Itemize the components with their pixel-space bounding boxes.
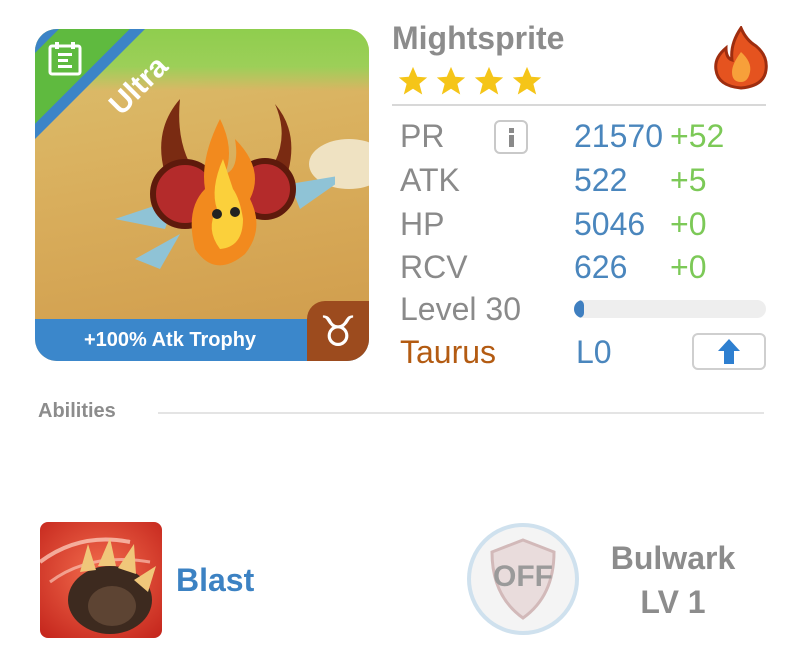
stat-value-atk: 522 [574,162,628,198]
stat-label-atk: ATK [400,162,460,198]
info-icon [509,128,514,147]
star-icon [510,64,544,98]
stat-delta-pr: +52 [670,118,725,154]
abilities-heading: Abilities [38,400,116,422]
taurus-icon: ♉ [319,308,357,355]
claw-icon[interactable] [40,522,162,638]
header-divider [392,104,766,106]
stat-delta-rcv: +0 [670,249,707,285]
stat-label-pr: PR [400,118,445,154]
stat-value-hp: 5046 [574,206,646,242]
info-button[interactable] [494,120,528,154]
upgrade-button[interactable] [692,333,766,370]
stat-label-hp: HP [400,206,445,242]
constellation-level: L0 [576,334,612,370]
star-icon [396,64,430,98]
stat-label-rcv: RCV [400,249,468,285]
stat-value-pr: 21570 [574,118,663,154]
stat-delta-hp: +0 [670,206,707,242]
level-progress-fill [574,300,584,318]
stat-value-rcv: 626 [574,249,628,285]
constellation-name: Taurus [400,334,497,370]
monster-name: Mightsprite [392,20,565,56]
ability-level-bulwark: LV 1 [640,584,706,620]
fire-icon [714,26,768,90]
stat-delta-atk: +5 [670,162,707,198]
level-label: Level 30 [400,291,521,327]
star-icon [472,64,506,98]
level-progress-bar [574,300,766,318]
arrow-up-icon [718,339,740,364]
ability-name-bulwark: Bulwark [610,540,736,576]
trophy-label: +100% Atk Trophy [83,329,257,351]
calendar-icon[interactable] [45,39,85,79]
star-icon [434,64,468,98]
star-rating [396,64,548,98]
monster-portrait[interactable]: Ultra +100% Atk Trophy ♉ [35,29,369,361]
abilities-divider [158,412,764,414]
ability-name-blast[interactable]: Blast [176,562,254,599]
